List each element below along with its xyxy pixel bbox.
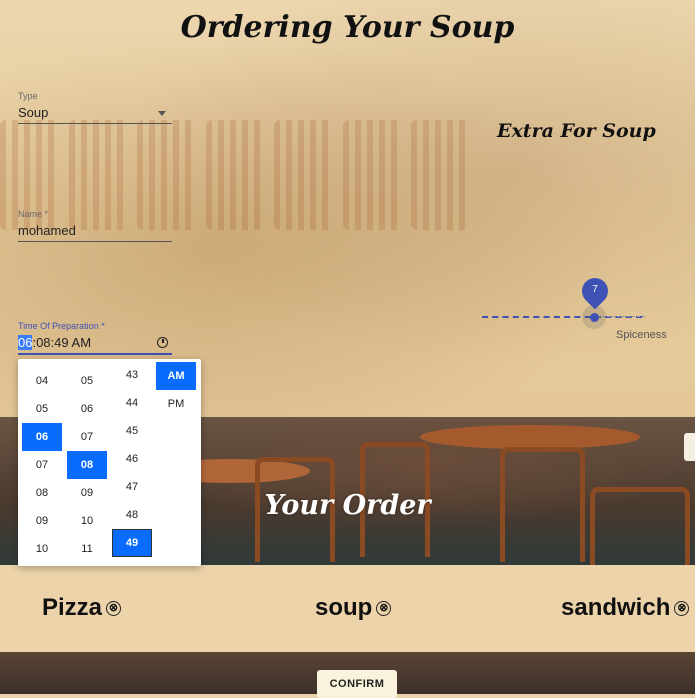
minute-option[interactable]: 11 (67, 535, 107, 563)
hour-option-selected[interactable]: 06 (22, 423, 62, 451)
time-hour-segment[interactable]: 06 (18, 335, 33, 350)
order-item-label: soup (315, 594, 373, 621)
type-select[interactable]: Type Soup (18, 91, 172, 124)
second-option[interactable]: 48 (112, 501, 152, 529)
type-label: Type (18, 91, 38, 101)
hour-option[interactable]: 07 (22, 451, 62, 479)
ampm-column[interactable]: AM PM (156, 362, 196, 418)
page-title: Ordering Your Soup (180, 10, 515, 45)
name-label: Name * (18, 209, 49, 219)
order-item-label: Pizza (42, 594, 103, 621)
form-section: Ordering Your Soup Extra For Soup Type S… (0, 0, 695, 417)
hour-option[interactable]: 09 (22, 507, 62, 535)
time-ampm[interactable]: AM (72, 335, 92, 350)
minute-option-selected[interactable]: 08 (67, 451, 107, 479)
remove-icon[interactable]: ⊗ (674, 600, 690, 616)
name-field[interactable]: Name * mohamed (18, 209, 172, 242)
second-option[interactable]: 43 (112, 361, 152, 389)
minute-option[interactable]: 07 (67, 423, 107, 451)
second-option[interactable]: 45 (112, 417, 152, 445)
time-label: Time Of Preparation * (18, 321, 105, 331)
hour-option[interactable]: 10 (22, 535, 62, 563)
seconds-column[interactable]: 43 44 45 46 47 48 49 (112, 361, 152, 557)
minutes-column[interactable]: 05 06 07 08 09 10 11 (67, 367, 107, 563)
second-option-selected[interactable]: 49 (112, 529, 152, 557)
ampm-option-selected[interactable]: AM (156, 362, 196, 390)
order-item: sandwich ⊗ (561, 594, 690, 622)
time-picker-popup: 04 05 06 07 08 09 10 05 06 07 08 09 10 1… (18, 359, 201, 566)
hour-option[interactable]: 05 (22, 395, 62, 423)
remove-icon[interactable]: ⊗ (106, 600, 122, 616)
name-input[interactable]: mohamed (18, 221, 172, 241)
hours-column[interactable]: 04 05 06 07 08 09 10 (22, 367, 62, 563)
order-item: Pizza ⊗ (42, 594, 122, 622)
spiceness-label: Spiceness (616, 329, 667, 341)
time-input[interactable]: 06:08:49 AM (18, 333, 172, 353)
time-rest[interactable]: :08:49 (32, 335, 68, 350)
extra-heading: Extra For Soup (497, 120, 656, 142)
minute-option[interactable]: 05 (67, 367, 107, 395)
dropdown-arrow-icon[interactable] (158, 111, 166, 116)
order-item: soup ⊗ (315, 594, 392, 622)
minute-option[interactable]: 09 (67, 479, 107, 507)
second-option[interactable]: 46 (112, 445, 152, 473)
time-field[interactable]: Time Of Preparation * 06:08:49 AM (18, 321, 172, 355)
type-value: Soup (18, 105, 49, 120)
side-tab[interactable] (684, 433, 695, 461)
ampm-option[interactable]: PM (156, 390, 196, 418)
remove-icon[interactable]: ⊗ (376, 600, 392, 616)
minute-option[interactable]: 06 (67, 395, 107, 423)
spiceness-slider-thumb[interactable] (590, 313, 599, 322)
slider-value: 7 (592, 284, 598, 295)
clock-icon[interactable] (157, 337, 168, 348)
second-option[interactable]: 44 (112, 389, 152, 417)
second-option[interactable]: 47 (112, 473, 152, 501)
hour-option[interactable]: 04 (22, 367, 62, 395)
order-item-label: sandwich (561, 594, 671, 621)
hour-option[interactable]: 08 (22, 479, 62, 507)
minute-option[interactable]: 10 (67, 507, 107, 535)
table-image (420, 425, 640, 449)
